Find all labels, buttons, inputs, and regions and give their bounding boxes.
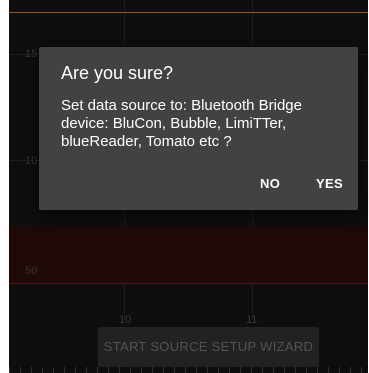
dialog-title: Are you sure?	[61, 63, 174, 83]
yes-button[interactable]: YES	[316, 168, 343, 198]
dialog-message: Set data source to: Bluetooth Bridge dev…	[61, 97, 302, 150]
no-button[interactable]: NO	[260, 168, 280, 198]
confirm-dialog: Are you sure? Set data source to: Blueto…	[39, 47, 358, 210]
